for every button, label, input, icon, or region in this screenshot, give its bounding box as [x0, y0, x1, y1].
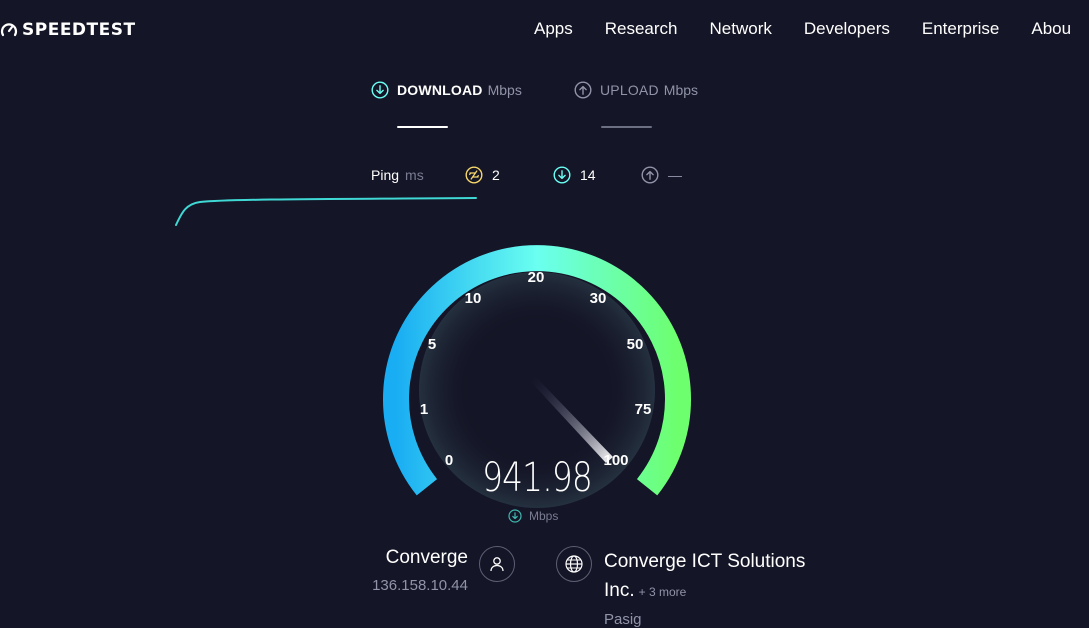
- isp-info: Converge 136.158.10.44: [372, 547, 468, 594]
- ping-download-value: 14: [580, 167, 596, 183]
- speedtest-logo-icon: [0, 23, 18, 37]
- server-more-link[interactable]: + 3 more: [639, 585, 687, 599]
- speed-unit-text: Mbps: [529, 509, 559, 523]
- ping-unit: ms: [405, 167, 424, 183]
- server-name: Converge ICT Solutions Inc.: [604, 551, 806, 601]
- tick-label-50: 50: [627, 336, 644, 353]
- ping-label: Ping ms: [371, 167, 424, 183]
- download-unit: Mbps: [487, 82, 522, 98]
- speed-unit: Mbps: [508, 509, 558, 523]
- tab-upload[interactable]: UPLOAD Mbps: [574, 81, 698, 99]
- main-nav: Apps Research Network Developers Enterpr…: [534, 19, 1089, 39]
- speed-value: 941.98: [482, 455, 593, 501]
- upload-label: UPLOAD: [600, 82, 659, 98]
- download-label: DOWNLOAD: [397, 82, 483, 98]
- nav-developers[interactable]: Developers: [804, 19, 890, 39]
- server-info[interactable]: Converge ICT Solutions Inc. + 3 more Pasi…: [604, 547, 844, 628]
- arrow-up-circle-icon: [574, 81, 592, 99]
- arrow-up-circle-icon: [641, 166, 659, 184]
- ping-download: 14: [553, 166, 596, 184]
- upload-tab-underline: [601, 126, 652, 128]
- user-icon: [479, 546, 515, 582]
- tick-label-30: 30: [590, 290, 607, 307]
- ping-idle: 2: [465, 166, 500, 184]
- speed-graph-line: [175, 197, 477, 226]
- nav-network[interactable]: Network: [710, 19, 772, 39]
- logo-text: SPEEDTEST: [22, 20, 136, 40]
- upload-unit: Mbps: [663, 82, 699, 98]
- tick-label-0: 0: [445, 452, 453, 469]
- ping-idle-value: 2: [492, 167, 500, 183]
- nav-apps[interactable]: Apps: [534, 19, 573, 39]
- ping-upload: —: [641, 166, 682, 184]
- speedtest-logo[interactable]: SPEEDTEST: [0, 18, 136, 42]
- idle-latency-icon: [465, 166, 483, 184]
- arrow-down-circle-icon: [553, 166, 571, 184]
- nav-about[interactable]: Abou: [1031, 19, 1071, 39]
- ping-upload-value: —: [668, 167, 682, 183]
- nav-enterprise[interactable]: Enterprise: [922, 19, 999, 39]
- arrow-down-circle-icon: [508, 509, 522, 523]
- download-tab-underline: [397, 126, 448, 128]
- tick-label-5: 5: [428, 336, 436, 353]
- isp-ip: 136.158.10.44: [372, 577, 468, 594]
- ping-text: Ping: [371, 167, 400, 183]
- tab-download[interactable]: DOWNLOAD Mbps: [371, 81, 522, 99]
- nav-research[interactable]: Research: [605, 19, 678, 39]
- server-location: Pasig: [604, 611, 642, 628]
- tick-label-1: 1: [420, 401, 428, 418]
- server-name-wrap: Converge ICT Solutions Inc. + 3 more: [604, 547, 844, 607]
- globe-icon: [556, 546, 592, 582]
- isp-name: Converge: [385, 547, 468, 568]
- tick-label-20: 20: [528, 269, 545, 286]
- tick-label-100: 100: [603, 452, 628, 469]
- arrow-down-circle-icon: [371, 81, 389, 99]
- tick-label-75: 75: [635, 401, 652, 418]
- tick-label-10: 10: [465, 290, 482, 307]
